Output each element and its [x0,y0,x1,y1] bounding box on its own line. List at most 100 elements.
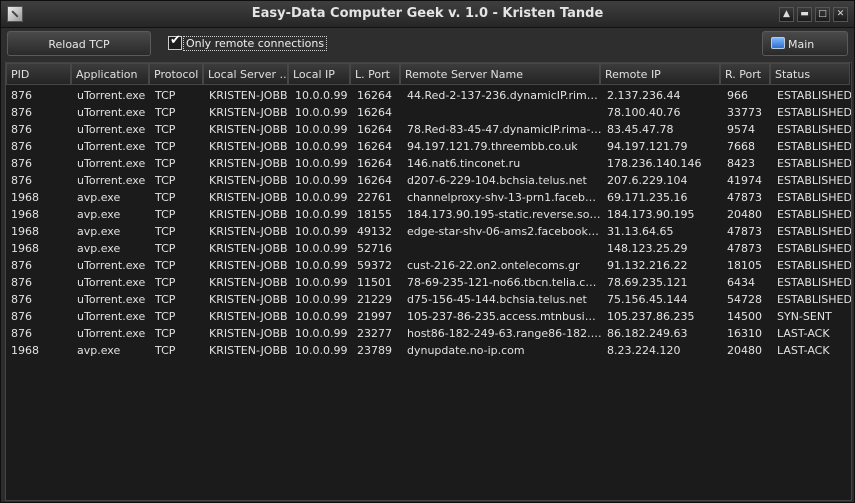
cell-protocol: TCP [155,259,176,272]
table-row[interactable]: 1968 avp.exe TCP KRISTEN-JOBB 10.0.0.99 23789… [6,342,851,359]
cell-protocol: TCP [155,191,176,204]
cell-local-port: 18155 [357,208,392,221]
cell-remote-port: 41974 [727,174,762,187]
cell-remote-port: 7668 [727,140,755,153]
cell-remote-server-name: 94.197.121.79.threembb.co.uk [407,140,578,153]
column-header-local-port[interactable]: L. Port [350,63,400,85]
column-header-status[interactable]: Status [770,63,850,85]
cell-application: avp.exe [77,344,121,357]
cell-local-server: KRISTEN-JOBB [209,225,288,238]
table-row[interactable]: 876 uTorrent.exe TCP KRISTEN-JOBB 10.0.0.99 1… [6,87,851,104]
cell-application: uTorrent.exe [77,157,146,170]
table-row[interactable]: 876 uTorrent.exe TCP KRISTEN-JOBB 10.0.0.99 1… [6,121,851,138]
cell-remote-port: 20480 [727,344,762,357]
table-row[interactable]: 876 uTorrent.exe TCP KRISTEN-JOBB 10.0.0.99 2… [6,291,851,308]
cell-remote-port: 8423 [727,157,755,170]
cell-pid: 876 [11,157,32,170]
table-row[interactable]: 1968 avp.exe TCP KRISTEN-JOBB 10.0.0.99 22761… [6,189,851,206]
table-row[interactable]: 1968 avp.exe TCP KRISTEN-JOBB 10.0.0.99 49132… [6,223,851,240]
table-row[interactable]: 876 uTorrent.exe TCP KRISTEN-JOBB 10.0.0.99 5… [6,257,851,274]
cell-protocol: TCP [155,89,176,102]
cell-local-ip: 10.0.0.99 [295,174,348,187]
minimize-icon[interactable]: ▬ [797,7,812,22]
cell-status: LAST-ACK [777,344,830,357]
column-header-pid[interactable]: PID [6,63,71,85]
toolbar: Reload TCP Connections ✔ Only remote con… [1,28,854,76]
cell-local-ip: 10.0.0.99 [295,208,348,221]
cell-status: ESTABLISHED [777,140,851,153]
table-row[interactable]: 1968 avp.exe TCP KRISTEN-JOBB 10.0.0.99 52716… [6,240,851,257]
remote-only-label[interactable]: Only remote connections [183,36,328,51]
cell-status: ESTABLISHED [777,259,851,272]
cell-pid: 876 [11,310,32,323]
cell-local-port: 49132 [357,225,392,238]
table-row[interactable]: 1968 avp.exe TCP KRISTEN-JOBB 10.0.0.99 18155… [6,206,851,223]
cell-remote-port: 14500 [727,310,762,323]
cell-status: ESTABLISHED [777,174,851,187]
cell-remote-ip: 148.123.25.29 [607,242,688,255]
cell-local-ip: 10.0.0.99 [295,259,348,272]
cell-protocol: TCP [155,225,176,238]
cell-protocol: TCP [155,310,176,323]
remote-only-checkbox[interactable]: ✔ [168,33,182,50]
cell-remote-ip: 2.137.236.44 [607,89,681,102]
column-header-local-ip[interactable]: Local IP [288,63,350,85]
column-header-local-server[interactable]: Local Server ... [203,63,288,85]
cell-remote-port: 9574 [727,123,755,136]
cell-application: avp.exe [77,242,121,255]
cell-protocol: TCP [155,174,176,187]
app-window: Easy-Data Computer Geek v. 1.0 - Kristen… [0,0,855,503]
close-icon[interactable]: ✕ [833,7,848,22]
cell-local-ip: 10.0.0.99 [295,191,348,204]
cell-remote-server-name: 44.Red-2-137-236.dynamicIP.rima-tde.net [407,89,602,102]
table-row[interactable]: 876 uTorrent.exe TCP KRISTEN-JOBB 10.0.0.99 2… [6,308,851,325]
table-row[interactable]: 876 uTorrent.exe TCP KRISTEN-JOBB 10.0.0.99 1… [6,155,851,172]
reload-tcp-button[interactable]: Reload TCP Connections [7,31,151,76]
table-row[interactable]: 876 uTorrent.exe TCP KRISTEN-JOBB 10.0.0.99 1… [6,172,851,189]
cell-application: uTorrent.exe [77,140,146,153]
cell-status: ESTABLISHED [777,276,851,289]
cell-local-port: 16264 [357,106,392,119]
cell-pid: 876 [11,327,32,340]
help-icon[interactable]: ▲ [779,7,794,22]
cell-local-ip: 10.0.0.99 [295,327,348,340]
cell-application: uTorrent.exe [77,259,146,272]
cell-remote-port: 54728 [727,293,762,306]
cell-local-ip: 10.0.0.99 [295,89,348,102]
table-row[interactable]: 876 uTorrent.exe TCP KRISTEN-JOBB 10.0.0.99 1… [6,274,851,291]
table-row[interactable]: 876 uTorrent.exe TCP KRISTEN-JOBB 10.0.0.99 1… [6,104,851,121]
cell-pid: 1968 [11,191,39,204]
cell-protocol: TCP [155,157,176,170]
cell-remote-ip: 78.69.235.121 [607,276,688,289]
cell-local-ip: 10.0.0.99 [295,344,348,357]
cell-local-port: 16264 [357,140,392,153]
cell-application: uTorrent.exe [77,293,146,306]
cell-remote-port: 47873 [727,191,762,204]
cell-local-ip: 10.0.0.99 [295,106,348,119]
column-header-remote-ip[interactable]: Remote IP [600,63,720,85]
cell-local-server: KRISTEN-JOBB [209,242,288,255]
cell-local-server: KRISTEN-JOBB [209,310,288,323]
cell-remote-ip: 78.100.40.76 [607,106,681,119]
cell-protocol: TCP [155,208,176,221]
cell-local-port: 16264 [357,174,392,187]
cell-local-ip: 10.0.0.99 [295,242,348,255]
maximize-icon[interactable]: □ [815,7,830,22]
column-header-application[interactable]: Application [71,63,149,85]
connections-table: PID Application Protocol Local Server ..… [5,62,852,501]
cell-local-server: KRISTEN-JOBB [209,191,288,204]
cell-protocol: TCP [155,140,176,153]
column-header-remote-server-name[interactable]: Remote Server Name [400,63,600,85]
cell-local-ip: 10.0.0.99 [295,123,348,136]
cell-remote-ip: 91.132.216.22 [607,259,688,272]
table-row[interactable]: 876 uTorrent.exe TCP KRISTEN-JOBB 10.0.0.99 1… [6,138,851,155]
column-header-protocol[interactable]: Protocol [149,63,203,85]
column-header-remote-port[interactable]: R. Port [720,63,770,85]
cell-status: SYN-SENT [777,310,832,323]
cell-local-server: KRISTEN-JOBB [209,89,288,102]
cell-local-server: KRISTEN-JOBB [209,293,288,306]
cell-protocol: TCP [155,106,176,119]
table-row[interactable]: 876 uTorrent.exe TCP KRISTEN-JOBB 10.0.0.99 2… [6,325,851,342]
main-menu-button[interactable]: Main Menu [762,31,848,76]
cell-remote-ip: 178.236.140.146 [607,157,702,170]
